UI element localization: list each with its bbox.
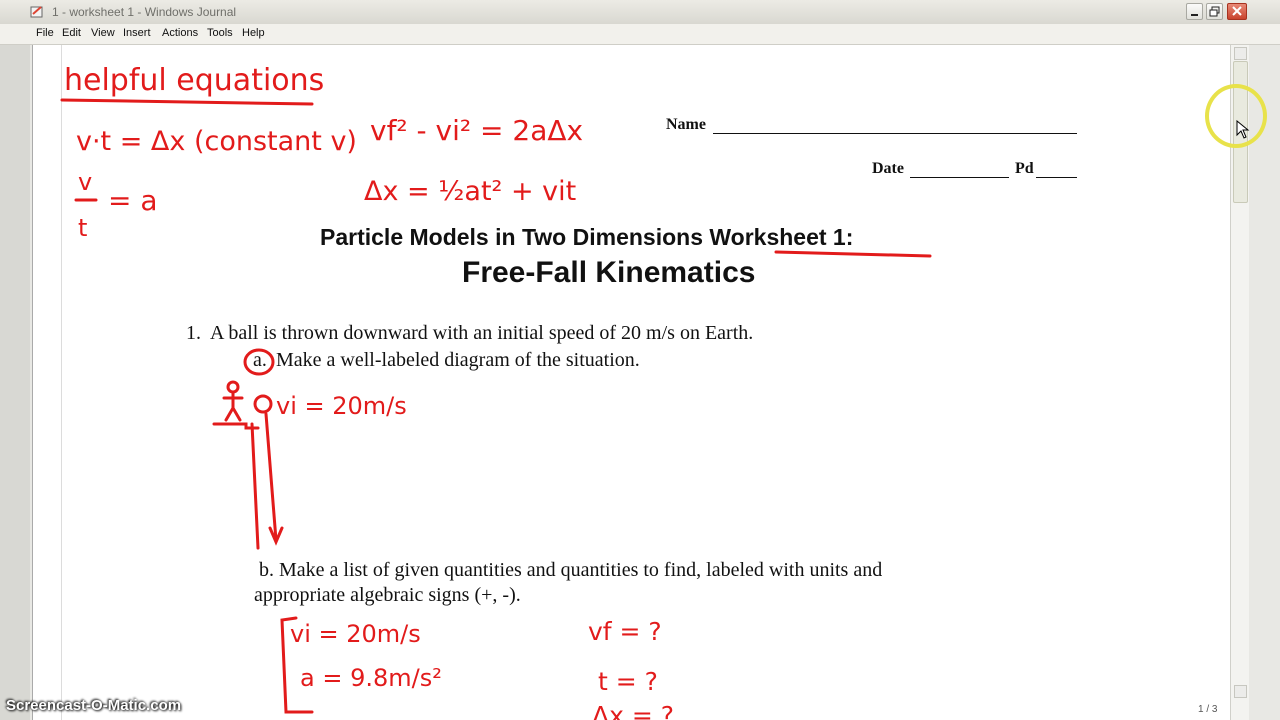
recorder-watermark: Screencast-O-Matic.com [6, 697, 182, 714]
right-edge [1249, 45, 1280, 720]
ink-equation-1: v·t = Δx (constant v) [76, 126, 357, 157]
ink-heading: helpful equations [64, 63, 324, 98]
mouse-cursor-icon [1236, 120, 1250, 139]
ink-stick-figure [212, 380, 260, 430]
close-button[interactable] [1227, 3, 1247, 20]
ink-equation-2-rhs: = a [108, 184, 158, 217]
scroll-down-arrow[interactable] [1234, 685, 1247, 698]
ink-circle-a [243, 348, 275, 376]
page-indicator: 1 / 3 [1198, 704, 1218, 715]
scroll-up-arrow[interactable] [1234, 47, 1247, 60]
ink-find-2: t = ? [598, 667, 658, 696]
ink-equation-3: vf² - vi² = 2aΔx [370, 114, 583, 147]
ink-given-2: a = 9.8m/s² [300, 664, 442, 692]
ink-down-arrow [250, 412, 284, 550]
ink-heading-underline [60, 98, 314, 106]
ink-given-1: vi = 20m/s [290, 620, 421, 648]
ink-equation-4: Δx = ½at² + vit [364, 176, 576, 207]
ink-ball [253, 394, 273, 414]
close-icon [1232, 6, 1242, 16]
ink-find-3: Δx = ? [592, 701, 674, 720]
ink-layer: helpful equations v·t = Δx (constant v) … [60, 63, 932, 720]
ink-equation-2-denominator: t [78, 214, 87, 242]
ink-equation-2-numerator: v [78, 168, 92, 196]
ink-diagram-label: vi = 20m/s [276, 392, 407, 420]
ink-worksheet-underline [774, 250, 932, 258]
ink-find-1: vf = ? [588, 617, 662, 646]
